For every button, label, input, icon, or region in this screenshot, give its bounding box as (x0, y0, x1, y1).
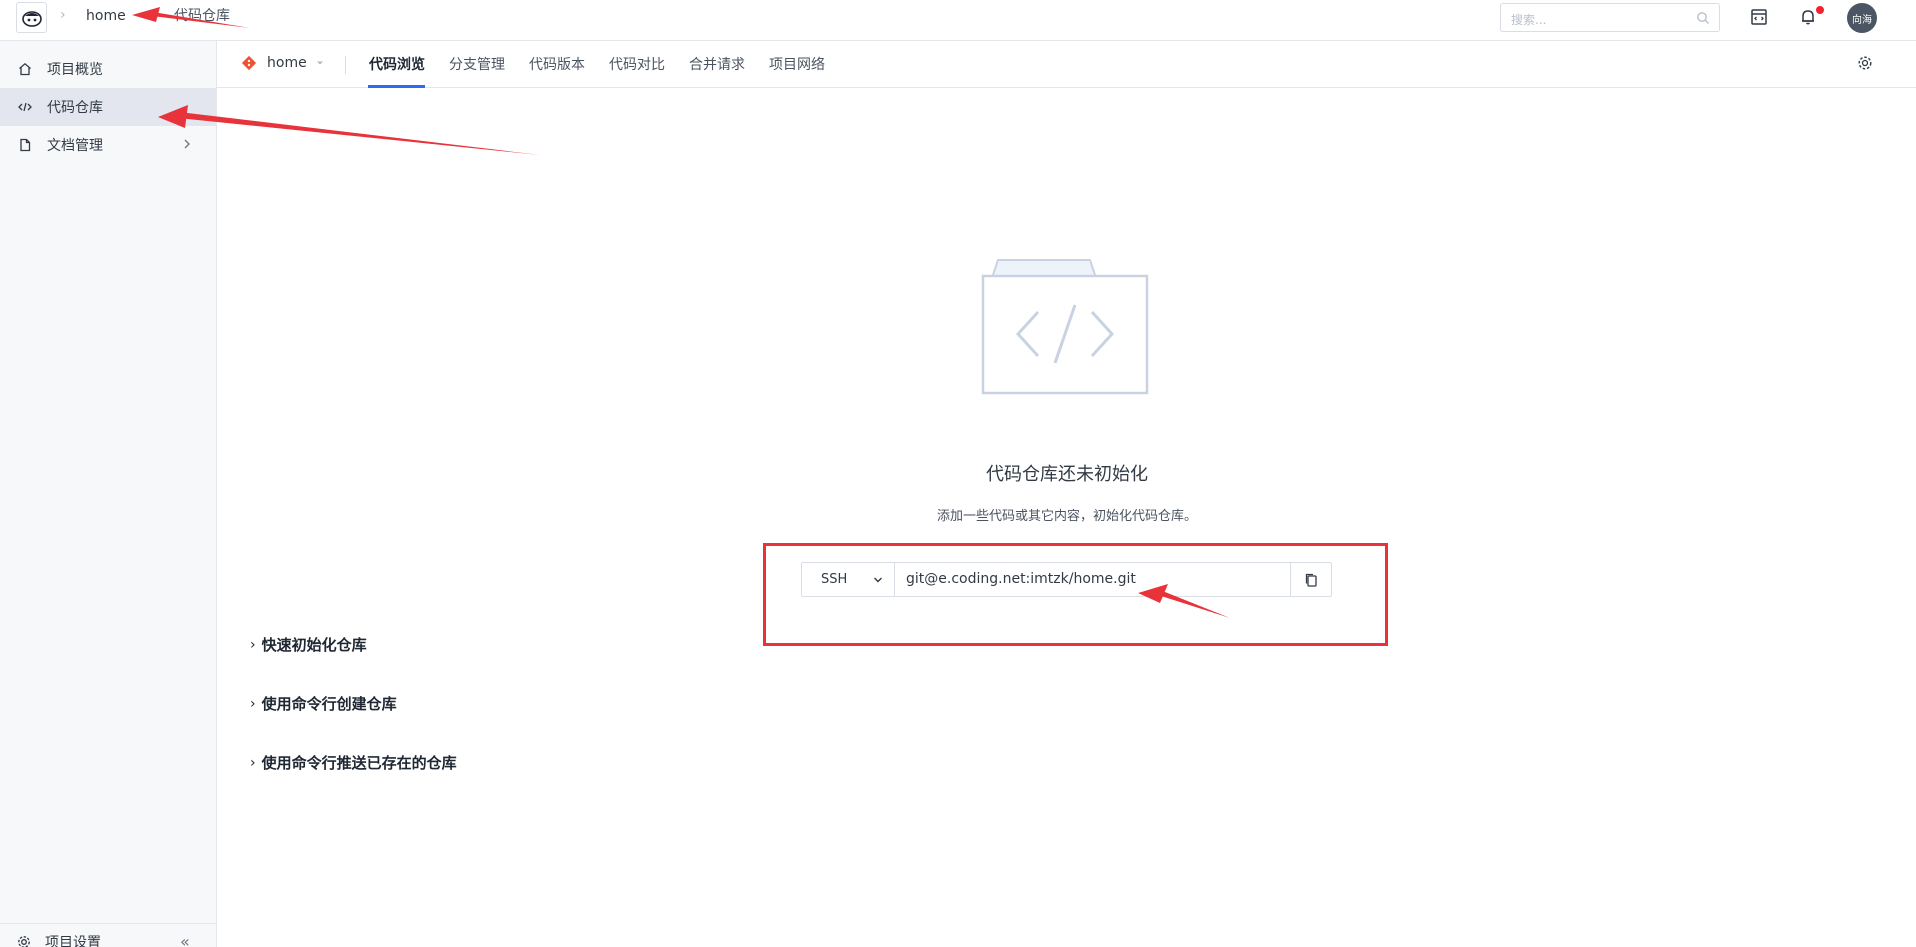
chevron-right-icon (184, 139, 190, 149)
git-icon (241, 55, 257, 71)
breadcrumb-separator: › (150, 7, 156, 23)
section-cli-push[interactable]: › 使用命令行推送已存在的仓库 (250, 752, 457, 773)
tab-versions[interactable]: 代码版本 (529, 55, 585, 75)
notification-dot (1816, 6, 1824, 14)
search-icon (1697, 12, 1709, 24)
project-settings-label: 项目设置 (45, 935, 101, 947)
annotation-highlight-box (763, 543, 1388, 646)
section-cli-create[interactable]: › 使用命令行创建仓库 (250, 693, 397, 714)
repo-subnav: home 代码浏览 分支管理 代码版本 代码对比 合并请求 项目网络 (217, 41, 1916, 88)
section-title: 快速初始化仓库 (261, 636, 367, 654)
tab-merge-requests[interactable]: 合并请求 (689, 55, 745, 75)
repo-settings-icon[interactable] (1857, 55, 1873, 71)
home-icon (17, 61, 33, 77)
search-placeholder: 搜索... (1511, 13, 1547, 27)
tab-branches[interactable]: 分支管理 (449, 55, 505, 75)
section-quick-init[interactable]: › 快速初始化仓库 (250, 634, 367, 655)
tab-code-browse[interactable]: 代码浏览 (369, 55, 425, 75)
breadcrumb-project[interactable]: home (86, 7, 126, 25)
divider (345, 56, 346, 74)
sidebar-item-label: 项目概览 (47, 62, 103, 78)
avatar[interactable]: 向海 (1847, 3, 1877, 33)
sidebar-item-code-repo[interactable]: 代码仓库 (0, 88, 216, 126)
sidebar-item-label: 文档管理 (47, 138, 103, 154)
tab-compare[interactable]: 代码对比 (609, 55, 665, 75)
repo-selector[interactable]: home (241, 55, 325, 71)
empty-state-description: 添加一些代码或其它内容，初始化代码仓库。 (936, 509, 1197, 524)
empty-repo-illustration (981, 259, 1149, 395)
search-input[interactable]: 搜索... (1500, 3, 1720, 32)
sidebar-item-docs[interactable]: 文档管理 (0, 126, 216, 164)
sidebar-item-label: 代码仓库 (47, 100, 103, 116)
code-icon (17, 99, 33, 115)
document-icon (17, 137, 33, 153)
repo-name: home (267, 55, 307, 71)
sidebar-item-overview[interactable]: 项目概览 (0, 50, 216, 88)
project-settings-link[interactable]: 项目设置 (17, 932, 101, 947)
breadcrumb-current: 代码仓库 (174, 8, 230, 24)
workbench-icon[interactable] (1748, 6, 1770, 28)
coding-logo[interactable] (16, 2, 47, 33)
active-tab-indicator (368, 85, 425, 88)
caret-down-icon (316, 61, 323, 65)
top-bar: › home › 代码仓库 搜索... 向海 (0, 0, 1916, 41)
gear-icon (18, 936, 30, 947)
section-title: 使用命令行创建仓库 (261, 695, 397, 713)
breadcrumb-separator: › (60, 7, 66, 23)
tab-network[interactable]: 项目网络 (769, 55, 825, 75)
empty-state-title: 代码仓库还未初始化 (986, 464, 1148, 485)
chevron-right-icon: › (250, 636, 256, 653)
chevron-right-icon: › (250, 754, 256, 771)
collapse-sidebar-icon[interactable]: « (180, 932, 190, 947)
sidebar: 项目概览 代码仓库 文档管理 项目设置 « (0, 41, 217, 947)
sidebar-footer: 项目设置 « (0, 923, 216, 947)
section-title: 使用命令行推送已存在的仓库 (261, 754, 457, 772)
logo-icon (21, 10, 42, 27)
chevron-right-icon: › (250, 695, 256, 712)
